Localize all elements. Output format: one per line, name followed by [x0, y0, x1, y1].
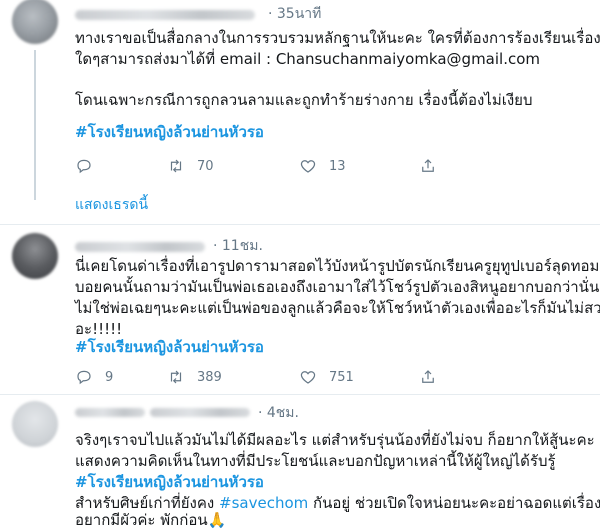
tweet-actions: 70 13	[75, 155, 437, 177]
reply-button[interactable]	[75, 157, 167, 175]
reply-count: 9	[105, 369, 114, 385]
author-name[interactable]	[75, 242, 205, 252]
tweet-text-line: ไม่ใช่พ่อเฉยๆนะคะแต่เป็นพ่อของลูกแล้วคือ…	[75, 299, 600, 317]
like-count: 13	[329, 158, 346, 174]
praying-hands-emoji: 🙏	[207, 511, 227, 529]
avatar[interactable]	[12, 401, 58, 447]
tweet-3[interactable]: · 4ชม. จริงๆเราจบไปแล้วมันไม่ได้มีผลอะไร…	[0, 395, 600, 529]
reply-button[interactable]: 9	[75, 368, 167, 386]
retweet-button[interactable]: 70	[167, 157, 299, 175]
show-thread-link[interactable]: แสดงเธรดนี้	[75, 194, 148, 216]
tweet-2[interactable]: · 11ชม. นี่เคยโดนด่าเรื่องที่เอารูปดาราม…	[0, 225, 600, 385]
heart-icon	[300, 371, 316, 384]
share-button[interactable]	[419, 157, 437, 175]
like-button[interactable]: 751	[299, 368, 419, 386]
avatar[interactable]	[12, 233, 58, 279]
tweet-text-line: จริงๆเราจบไปแล้วมันไม่ได้มีผลอะไร แต่สำห…	[75, 431, 595, 449]
avatar[interactable]	[12, 0, 58, 44]
tweet-1[interactable]: · 35นาที ทางเราขอเป็นสื่อกลางในการรวบรวม…	[0, 0, 600, 222]
retweet-button[interactable]: 389	[167, 368, 299, 386]
hashtag-link[interactable]: #โรงเรียนหญิงล้วนย่านหัวรอ	[75, 337, 264, 358]
tweet-text-line: ทางเราขอเป็นสื่อกลางในการรวบรวมหลักฐานให…	[75, 29, 600, 47]
tweet-actions: 9 389 751	[75, 366, 437, 388]
retweet-count: 70	[197, 158, 214, 174]
reply-icon	[77, 159, 91, 174]
tweet-text-line: แสดงความคิดเห็นในทางที่มีประโยชน์และบอกป…	[75, 452, 556, 470]
tweet-time[interactable]: · 35นาที	[268, 3, 321, 25]
tweet-text-line: ใดๆสามารถส่งมาได้ที่ email : Chansuchanm…	[75, 50, 541, 68]
author-name[interactable]	[75, 10, 255, 20]
share-icon	[422, 370, 434, 383]
reply-icon	[77, 370, 91, 385]
retweet-icon	[170, 370, 182, 384]
share-icon	[422, 159, 434, 172]
tweet-text-line: โดนเฉพาะกรณีการถูกลวนลามและถูกทำร้ายร่าง…	[75, 91, 533, 109]
savechom-hashtag-link[interactable]: #savechom	[219, 494, 308, 512]
heart-icon	[300, 160, 316, 173]
text-fragment: อยากมีผัวค่ะ พักก่อน	[75, 511, 208, 529]
author-name[interactable]	[75, 408, 145, 417]
tweet-time[interactable]: · 11ชม.	[213, 235, 263, 257]
like-count: 751	[329, 369, 354, 385]
tweet-text-line: อยากมีผัวค่ะ พักก่อน🙏	[75, 510, 226, 529]
retweet-count: 389	[197, 369, 222, 385]
thread-line	[34, 50, 36, 200]
tweet-text-line: บอยคนนั้นถามว่ามันเป็นพ่อเธอเองถึงเอามาใ…	[75, 278, 600, 296]
author-handle[interactable]	[150, 408, 250, 417]
tweet-time[interactable]: · 4ชม.	[258, 402, 299, 424]
tweet-text-line: นี่เคยโดนด่าเรื่องที่เอารูปดารามาสอดไว้บ…	[75, 257, 600, 275]
text-fragment: กันอยู่ ช่วยเปิดใจหน่อยนะคะอย่าฉอดแต่เรื…	[308, 494, 600, 512]
like-button[interactable]: 13	[299, 157, 419, 175]
retweet-icon	[170, 159, 182, 173]
hashtag-link[interactable]: #โรงเรียนหญิงล้วนย่านหัวรอ	[75, 122, 264, 143]
share-button[interactable]	[419, 368, 437, 386]
hashtag-link[interactable]: #โรงเรียนหญิงล้วนย่านหัวรอ	[75, 472, 264, 493]
